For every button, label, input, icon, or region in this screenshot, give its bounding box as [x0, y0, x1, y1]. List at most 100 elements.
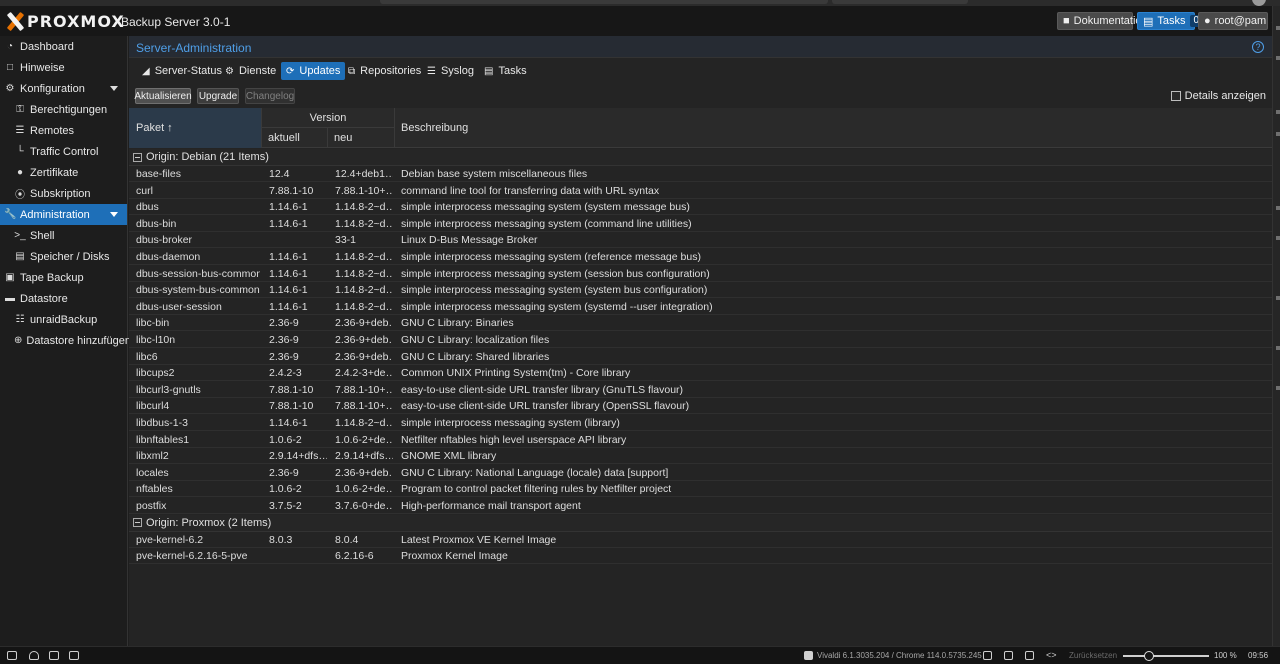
table-row[interactable]: locales 2.36-9 2.36-9+deb… GNU C Library: N…	[129, 465, 1272, 481]
panel-icon[interactable]	[1276, 236, 1280, 240]
panel-icon[interactable]	[1276, 56, 1280, 60]
table-row[interactable]: libcurl4 7.88.1-10 7.88.1-10+… easy-to-use …	[129, 398, 1272, 415]
table-row[interactable]: libxml2 2.9.14+dfs… 2.9.14+dfs… GNOME XML l…	[129, 448, 1272, 465]
capture-icon[interactable]	[983, 651, 992, 660]
panel-icon[interactable]	[1276, 296, 1280, 300]
table-row[interactable]: libc6 2.36-9 2.36-9+deb… GNU C Library: Sha…	[129, 349, 1272, 365]
sidebar-item-label: Administration	[20, 208, 90, 221]
calendar-icon[interactable]	[69, 651, 79, 660]
sidebar-item-berechtigungen[interactable]: ⚿ Berechtigungen	[0, 99, 127, 120]
details-checkbox[interactable]: Details anzeigen	[1170, 90, 1266, 102]
table-row[interactable]: pve-kernel-6.2 8.0.3 8.0.4 Latest Proxmox V…	[129, 532, 1272, 548]
collapse-icon[interactable]	[133, 152, 142, 162]
tab-dienste[interactable]: ⚙ Dienste	[220, 62, 281, 80]
changelog-button[interactable]: Changelog	[245, 88, 295, 104]
table-row[interactable]: curl 7.88.1-10 7.88.1-10+… command line too…	[129, 183, 1272, 199]
tab-repositories[interactable]: ⧉ Repositories	[343, 62, 426, 80]
panel-icon[interactable]	[1276, 110, 1280, 114]
package-name-cell: dbus-session-bus-common	[136, 267, 260, 280]
table-row[interactable]: libc-bin 2.36-9 2.36-9+deb… GNU C Library: …	[129, 315, 1272, 332]
table-row[interactable]: dbus-broker 33-1 Linux D-Bus Message Broke…	[129, 232, 1272, 249]
sidebar-item-administration[interactable]: 🔧 Administration	[0, 204, 127, 225]
table-row[interactable]: postfix 3.7.5-2 3.7.6-0+de… High-performanc…	[129, 498, 1272, 514]
cloud-icon[interactable]	[29, 651, 39, 660]
zoom-reset-button[interactable]: Zurücksetzen	[1069, 651, 1117, 660]
plus-circle-icon: ⊕	[14, 335, 23, 346]
database-icon: ☷	[15, 314, 25, 325]
column-header-package[interactable]: Paket ↑	[129, 108, 262, 148]
panel-icon[interactable]	[1276, 26, 1280, 30]
sidebar-item-remotes[interactable]: ☰ Remotes	[0, 120, 127, 141]
panel-icon[interactable]	[1276, 206, 1280, 210]
table-row[interactable]: libcups2 2.4.2-3 2.4.2-3+de… Common UNIX Pr…	[129, 365, 1272, 382]
image-icon[interactable]	[1004, 651, 1013, 660]
sidebar-item-datastore[interactable]: ▬ Datastore	[0, 288, 127, 309]
panel-toggle-icon[interactable]	[7, 651, 17, 660]
sidebar-item-unraidbackup[interactable]: ☷ unraidBackup	[0, 309, 127, 330]
column-header-current[interactable]: aktuell	[262, 128, 328, 148]
table-row[interactable]: pve-kernel-6.2.16-5-pve 6.2.16-6 Proxmox K…	[129, 548, 1272, 565]
table-row[interactable]: libnftables1 1.0.6-2 1.0.6-2+de… Netfilter …	[129, 432, 1272, 448]
sidebar-item-zertifikate[interactable]: ● Zertifikate	[0, 162, 127, 183]
panel-icon[interactable]	[1276, 132, 1280, 136]
column-header-new[interactable]: neu	[328, 128, 395, 148]
sidebar-item-dashboard[interactable]: ◔ Dashboard	[0, 36, 127, 57]
sidebar-item-datastore-hinzufuegen[interactable]: ⊕ Datastore hinzufügen	[0, 330, 131, 351]
table-row[interactable]: dbus-bin 1.14.6-1 1.14.8-2~d… simple interp…	[129, 216, 1272, 232]
sidebar-item-shell[interactable]: >_ Shell	[0, 225, 127, 246]
tab-syslog[interactable]: ☰ Syslog	[422, 62, 479, 80]
description-cell: simple interprocess messaging system (se…	[401, 267, 710, 280]
table-row[interactable]: dbus-user-session 1.14.6-1 1.14.8-2~d… simp…	[129, 299, 1272, 315]
mail-icon[interactable]	[49, 651, 59, 660]
zoom-slider-knob[interactable]	[1143, 651, 1154, 661]
table-row[interactable]: dbus-session-bus-common 1.14.6-1 1.14.8-2~…	[129, 266, 1272, 282]
table-row[interactable]: libdbus-1-3 1.14.6-1 1.14.8-2~d… simple int…	[129, 415, 1272, 431]
sidebar-item-hinweise[interactable]: □ Hinweise	[0, 57, 127, 78]
sidebar-item-speicher-disks[interactable]: ▤ Speicher / Disks	[0, 246, 127, 267]
upgrade-button[interactable]: Upgrade	[197, 88, 239, 104]
tab-server-status[interactable]: ◢ Server-Status	[137, 62, 227, 80]
zoom-slider[interactable]	[1123, 651, 1209, 661]
group-row[interactable]: Origin: Debian (21 Items)	[129, 149, 1272, 166]
package-name-cell: locales	[136, 466, 169, 479]
sidebar-item-subskription[interactable]: ⦿ Subskription	[0, 183, 127, 204]
documentation-button[interactable]: ■ Dokumentation	[1057, 12, 1148, 30]
table-row[interactable]: libcurl3-gnutls 7.88.1-10 7.88.1-10+… easy-…	[129, 382, 1272, 398]
browser-search-bar[interactable]	[832, 0, 968, 4]
panel-icon[interactable]	[1276, 346, 1280, 350]
hdd-icon: ▤	[15, 251, 25, 262]
help-icon[interactable]: ?	[1252, 41, 1264, 53]
description-cell: simple interprocess messaging system (re…	[401, 251, 701, 263]
panel-icon[interactable]	[1276, 386, 1280, 390]
table-row[interactable]: dbus-daemon 1.14.6-1 1.14.8-2~d… simple int…	[129, 249, 1272, 265]
table-row[interactable]: base-files 12.4 12.4+deb1… Debian base syst…	[129, 166, 1272, 182]
group-row[interactable]: Origin: Proxmox (2 Items)	[129, 514, 1272, 532]
server-icon: ☰	[15, 125, 25, 136]
checkbox-icon[interactable]	[1170, 91, 1181, 101]
refresh-button[interactable]: Aktualisieren	[134, 88, 192, 104]
tiling-icon[interactable]	[1025, 651, 1034, 660]
current-version-cell: 2.36-9	[269, 317, 299, 330]
table-row[interactable]: libc-l10n 2.36-9 2.36-9+deb… GNU C Library:…	[129, 332, 1272, 348]
area-chart-icon: ◢	[142, 65, 150, 77]
code-icon[interactable]: <>	[1046, 651, 1057, 660]
description-cell: simple interprocess messaging system (sy…	[401, 300, 713, 313]
collapse-icon[interactable]	[133, 518, 142, 528]
chevron-down-icon[interactable]	[110, 86, 118, 91]
tab-updates[interactable]: ⟳ Updates	[281, 62, 346, 80]
tasks-button[interactable]: ▤ Tasks 0	[1137, 12, 1204, 30]
sidebar-item-traffic-control[interactable]: └ Traffic Control	[0, 141, 127, 162]
column-header-description[interactable]: Beschreibung	[395, 108, 1272, 148]
table-row[interactable]: dbus 1.14.6-1 1.14.8-2~d… simple interproce…	[129, 199, 1272, 216]
sidebar-item-konfiguration[interactable]: ⚙ Konfiguration	[0, 78, 127, 99]
table-row[interactable]: dbus-system-bus-common 1.14.6-1 1.14.8-2~d…	[129, 282, 1272, 299]
tab-tasks[interactable]: ▤ Tasks	[479, 62, 532, 80]
browser-address-bar[interactable]	[380, 0, 828, 4]
package-name-cell: dbus-user-session	[136, 300, 222, 313]
sidebar-item-tape-backup[interactable]: ▣ Tape Backup	[0, 267, 127, 288]
chevron-down-icon[interactable]	[110, 212, 118, 217]
sidebar-item-label: Konfiguration	[20, 82, 85, 95]
user-menu-button[interactable]: ● root@pam ⌄	[1198, 12, 1277, 30]
proxmox-logo[interactable]: PROXMOX	[6, 11, 125, 31]
table-row[interactable]: nftables 1.0.6-2 1.0.6-2+de… Program to con…	[129, 481, 1272, 498]
